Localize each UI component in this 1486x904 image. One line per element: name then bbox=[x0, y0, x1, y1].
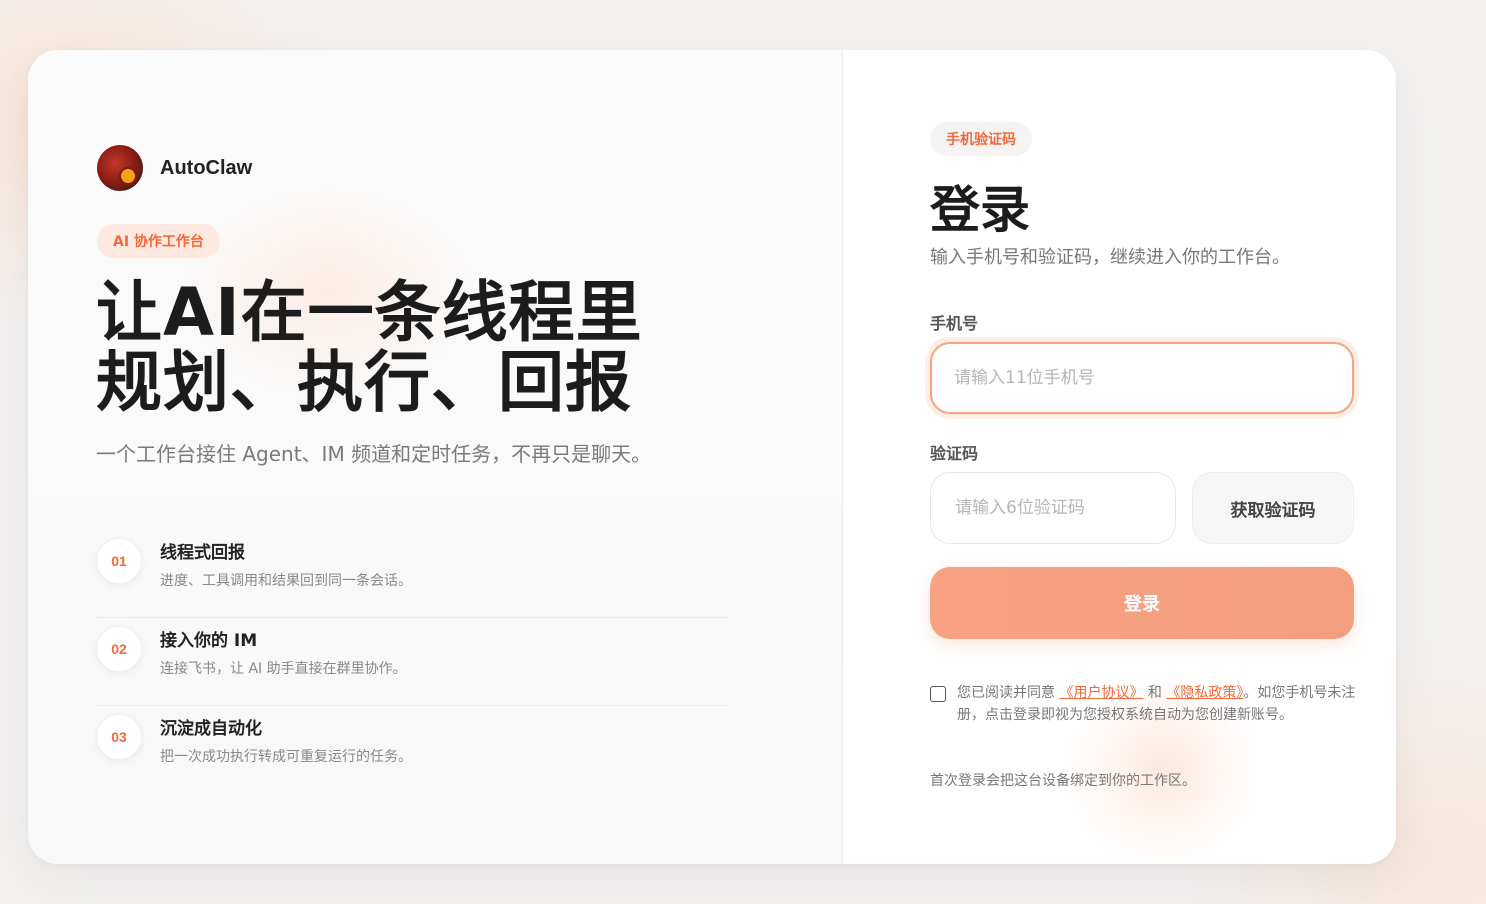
login-method-tag: 手机验证码 bbox=[930, 122, 1032, 156]
feature-list: 01 线程式回报 进度、工具调用和结果回到同一条会话。 02 接入你的 IM 连… bbox=[96, 530, 729, 794]
login-card: AutoClaw AI 协作工作台 让AI在一条线程里 规划、执行、回报 一个工… bbox=[28, 50, 1396, 864]
agreement-checkbox[interactable] bbox=[930, 686, 946, 702]
feature-number: 01 bbox=[96, 538, 142, 584]
device-bind-note: 首次登录会把这台设备绑定到你的工作区。 bbox=[930, 773, 1196, 789]
feature-item: 03 沉淀成自动化 把一次成功执行转成可重复运行的任务。 bbox=[96, 706, 729, 794]
code-label: 验证码 bbox=[930, 444, 979, 463]
feature-number: 02 bbox=[96, 626, 142, 672]
brand: AutoClaw bbox=[97, 145, 252, 191]
agreement-and: 和 bbox=[1147, 685, 1162, 701]
autoclaw-logo-icon bbox=[97, 145, 143, 191]
headline: 让AI在一条线程里 规划、执行、回报 bbox=[96, 278, 776, 418]
feature-description: 把一次成功执行转成可重复运行的任务。 bbox=[160, 749, 412, 765]
user-agreement-link[interactable]: 《用户协议》 bbox=[1059, 685, 1143, 701]
brand-name: AutoClaw bbox=[160, 156, 253, 179]
product-tag: AI 协作工作台 bbox=[97, 224, 220, 258]
agreement-text: 您已阅读并同意 《用户协议》 和 《隐私政策》。如您手机号未注册，点击登录即视为… bbox=[957, 682, 1357, 726]
feature-description: 进度、工具调用和结果回到同一条会话。 bbox=[160, 573, 412, 589]
login-title: 登录 bbox=[930, 181, 1030, 239]
privacy-policy-link[interactable]: 《隐私政策》 bbox=[1166, 685, 1243, 701]
feature-title: 接入你的 IM bbox=[160, 631, 258, 651]
login-subtitle: 输入手机号和验证码，继续进入你的工作台。 bbox=[930, 247, 1290, 268]
intro-subtitle: 一个工作台接住 Agent、IM 频道和定时任务，不再只是聊天。 bbox=[96, 442, 652, 466]
phone-input[interactable] bbox=[930, 342, 1354, 414]
feature-item: 02 接入你的 IM 连接飞书，让 AI 助手直接在群里协作。 bbox=[96, 618, 729, 706]
feature-number: 03 bbox=[96, 714, 142, 760]
headline-line-2: 规划、执行、回报 bbox=[96, 344, 632, 421]
phone-label: 手机号 bbox=[930, 314, 979, 333]
feature-title: 线程式回报 bbox=[160, 543, 245, 563]
login-panel: 手机验证码 登录 输入手机号和验证码，继续进入你的工作台。 手机号 验证码 获取… bbox=[843, 50, 1396, 864]
feature-description: 连接飞书，让 AI 助手直接在群里协作。 bbox=[160, 661, 407, 677]
feature-title: 沉淀成自动化 bbox=[160, 719, 262, 739]
intro-panel: AutoClaw AI 协作工作台 让AI在一条线程里 规划、执行、回报 一个工… bbox=[28, 50, 842, 864]
get-code-button[interactable]: 获取验证码 bbox=[1192, 472, 1354, 544]
feature-item: 01 线程式回报 进度、工具调用和结果回到同一条会话。 bbox=[96, 530, 729, 618]
verification-code-input[interactable] bbox=[930, 472, 1176, 544]
agreement-prefix: 您已阅读并同意 bbox=[957, 685, 1055, 701]
headline-line-1: 让AI在一条线程里 bbox=[96, 274, 643, 351]
login-button[interactable]: 登录 bbox=[930, 567, 1354, 639]
